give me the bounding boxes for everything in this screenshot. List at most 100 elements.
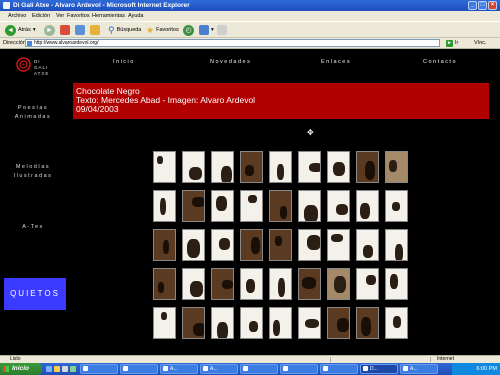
thumbnail-drawing <box>360 203 370 219</box>
thumbnail[interactable] <box>298 307 321 339</box>
menu-edicion[interactable]: Edición <box>32 11 50 21</box>
menu-ver[interactable]: Ver <box>56 11 64 21</box>
thumbnail[interactable] <box>211 268 234 300</box>
minimize-button[interactable]: _ <box>468 1 477 10</box>
thumbnail[interactable] <box>240 229 263 261</box>
side-link-label: Animadas <box>14 114 52 120</box>
thumbnail[interactable] <box>211 151 234 183</box>
taskbar-button[interactable] <box>240 364 278 374</box>
thumbnail[interactable] <box>385 307 408 339</box>
status-bar: Listo Internet <box>0 355 500 363</box>
maximize-button[interactable]: □ <box>478 1 487 10</box>
address-input[interactable]: http://www.alvaroardevol.org/ <box>25 39 440 47</box>
thumbnail[interactable] <box>385 151 408 183</box>
forward-button[interactable]: ► <box>44 24 55 36</box>
stop-button[interactable] <box>60 24 70 36</box>
thumbnail[interactable] <box>153 151 176 183</box>
thumbnail-drawing <box>363 245 373 258</box>
thumbnail[interactable] <box>385 229 408 261</box>
thumbnail[interactable] <box>269 307 292 339</box>
thumbnail[interactable] <box>182 190 205 222</box>
history-button[interactable]: ◴ <box>183 24 194 36</box>
quicklaunch-ie-icon[interactable] <box>46 366 52 372</box>
thumbnail[interactable] <box>356 307 379 339</box>
thumbnail[interactable] <box>356 229 379 261</box>
thumbnail[interactable] <box>385 190 408 222</box>
go-arrow-icon: ► <box>446 39 453 47</box>
thumbnail[interactable] <box>182 268 205 300</box>
thumbnail[interactable] <box>298 268 321 300</box>
thumbnail[interactable] <box>182 229 205 261</box>
thumbnail[interactable] <box>153 268 176 300</box>
menu-archivo[interactable]: Archivo <box>8 11 26 21</box>
nav-novedades[interactable]: Novedades <box>210 59 251 65</box>
mail-button[interactable]: ▾ <box>199 24 214 36</box>
thumbnail[interactable] <box>182 151 205 183</box>
thumbnail[interactable] <box>269 190 292 222</box>
go-button[interactable]: ► Ir <box>446 39 458 47</box>
print-button[interactable] <box>217 24 227 36</box>
thumbnail[interactable] <box>211 307 234 339</box>
thumbnail[interactable] <box>385 268 408 300</box>
side-link-poesias[interactable]: Poesías Animadas <box>8 104 58 122</box>
thumbnail[interactable] <box>298 229 321 261</box>
quicklaunch-app-icon[interactable] <box>70 366 76 372</box>
address-label: Dirección <box>3 40 26 46</box>
thumbnail[interactable] <box>269 229 292 261</box>
taskbar-button[interactable] <box>280 364 318 374</box>
nav-enlaces[interactable]: Enlaces <box>321 59 351 65</box>
links-button[interactable]: Vínc. <box>474 38 487 49</box>
thumbnail[interactable] <box>269 151 292 183</box>
thumbnail[interactable] <box>153 229 176 261</box>
search-button[interactable]: ⚲ Búsqueda <box>108 24 141 36</box>
taskbar-button[interactable]: A... <box>160 364 198 374</box>
close-button[interactable]: × <box>488 1 497 10</box>
quicklaunch-desktop-icon[interactable] <box>62 366 68 372</box>
menu-favoritos[interactable]: Favoritos <box>67 11 90 21</box>
home-button[interactable] <box>90 24 100 36</box>
thumbnail[interactable] <box>240 190 263 222</box>
thumbnail[interactable] <box>269 268 292 300</box>
thumbnail-drawing <box>217 322 228 338</box>
side-link-atex[interactable]: A-Tex <box>8 223 58 232</box>
thumbnail[interactable] <box>356 151 379 183</box>
back-button[interactable]: ◄ Atrás ▾ <box>5 24 36 36</box>
thumbnail[interactable] <box>327 151 350 183</box>
favorites-button[interactable]: ★ Favoritos <box>146 24 179 36</box>
thumbnail[interactable] <box>327 190 350 222</box>
thumbnail-drawing <box>365 161 375 180</box>
taskbar-button[interactable] <box>120 364 158 374</box>
thumbnail-drawing <box>219 238 230 250</box>
thumbnail[interactable] <box>240 307 263 339</box>
thumbnail[interactable] <box>356 268 379 300</box>
menu-ayuda[interactable]: Ayuda <box>128 11 144 21</box>
thumbnail[interactable] <box>211 229 234 261</box>
thumbnail[interactable] <box>327 307 350 339</box>
thumbnail[interactable] <box>153 190 176 222</box>
banner-date: 09/04/2003 <box>76 104 119 114</box>
thumbnail[interactable] <box>211 190 234 222</box>
taskbar-button[interactable] <box>80 364 118 374</box>
thumbnail[interactable] <box>153 307 176 339</box>
taskbar-button[interactable]: A... <box>400 364 438 374</box>
nav-inicio[interactable]: Inicio <box>113 59 135 65</box>
thumbnail[interactable] <box>356 190 379 222</box>
quicklaunch-folder-icon[interactable] <box>54 366 60 372</box>
windows-logo-icon <box>3 366 9 372</box>
quietos-button[interactable]: QUIETOS <box>4 278 66 310</box>
side-link-melodias[interactable]: Melodías Ilustradas <box>8 163 58 181</box>
taskbar-button[interactable]: A... <box>200 364 238 374</box>
thumbnail[interactable] <box>298 151 321 183</box>
thumbnail[interactable] <box>327 268 350 300</box>
thumbnail[interactable] <box>240 268 263 300</box>
nav-contacto[interactable]: Contacto <box>423 59 457 65</box>
taskbar-button[interactable]: D... <box>360 364 398 374</box>
thumbnail[interactable] <box>327 229 350 261</box>
refresh-button[interactable] <box>75 24 85 36</box>
menu-herramientas[interactable]: Herramientas <box>92 11 125 21</box>
start-button[interactable]: Inicio <box>0 363 42 375</box>
taskbar-button[interactable] <box>320 364 358 374</box>
thumbnail[interactable] <box>298 190 321 222</box>
thumbnail[interactable] <box>240 151 263 183</box>
thumbnail[interactable] <box>182 307 205 339</box>
